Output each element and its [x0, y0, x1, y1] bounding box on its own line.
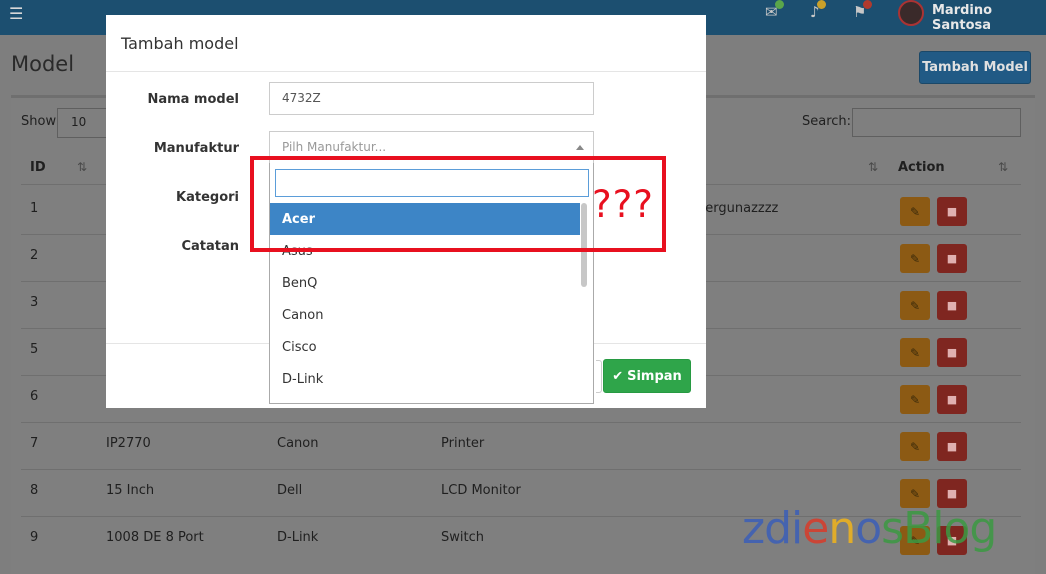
- cell-category: Printer: [441, 436, 485, 451]
- question-annotation: ???: [592, 183, 654, 226]
- dropdown-option[interactable]: Cisco: [270, 331, 580, 363]
- cell-manufacturer: Dell: [277, 483, 303, 498]
- model-name-label: Nama model: [147, 92, 239, 107]
- sort-desc-icon[interactable]: ⇅: [77, 160, 87, 174]
- trash-icon: ■: [946, 252, 958, 265]
- mail-icon[interactable]: ✉: [765, 0, 784, 21]
- cell-id: 3: [30, 295, 39, 310]
- cell-category: LCD Monitor: [441, 483, 521, 498]
- cell-model-name: 15 Inch: [106, 483, 155, 498]
- user-name[interactable]: Mardino Santosa: [932, 3, 1046, 33]
- cell-manufacturer: D-Link: [277, 530, 319, 545]
- delete-button[interactable]: ■: [937, 244, 967, 273]
- row-divider: [21, 422, 1021, 423]
- page-title: Model: [11, 52, 75, 76]
- delete-button[interactable]: ■: [937, 197, 967, 226]
- page-length-select[interactable]: 10: [57, 108, 109, 138]
- edit-button[interactable]: ✎: [900, 291, 930, 320]
- column-header-id[interactable]: ID: [30, 160, 46, 175]
- watermark-part: o: [855, 503, 882, 554]
- watermark-part: e: [802, 503, 829, 554]
- pencil-icon: ✎: [909, 392, 921, 407]
- search-label: Search:: [802, 114, 852, 129]
- edit-button[interactable]: ✎: [900, 432, 930, 461]
- show-label: Show: [21, 114, 57, 129]
- watermark-part: zdi: [742, 503, 803, 554]
- cell-id: 2: [30, 248, 39, 263]
- cell-note: bergunazzzz: [697, 201, 779, 216]
- delete-button[interactable]: ■: [937, 338, 967, 367]
- pencil-icon: ✎: [909, 251, 921, 266]
- avatar[interactable]: [898, 0, 924, 26]
- trash-icon: ■: [946, 393, 958, 406]
- edit-button[interactable]: ✎: [900, 197, 930, 226]
- watermark-part: sBlog: [881, 503, 997, 554]
- edit-button[interactable]: ✎: [900, 385, 930, 414]
- pencil-icon: ✎: [909, 298, 921, 313]
- cell-id: 9: [30, 530, 39, 545]
- manufacturer-label: Manufaktur: [153, 141, 239, 156]
- modal-header: Tambah model: [106, 15, 706, 72]
- cell-category: Switch: [441, 530, 484, 545]
- delete-button[interactable]: ■: [937, 385, 967, 414]
- cell-id: 8: [30, 483, 39, 498]
- search-input[interactable]: [852, 108, 1021, 137]
- edit-button[interactable]: ✎: [900, 244, 930, 273]
- category-label: Kategori: [176, 190, 239, 205]
- cell-id: 5: [30, 342, 39, 357]
- edit-button[interactable]: ✎: [900, 338, 930, 367]
- sort-icon[interactable]: ⇅: [998, 160, 1008, 174]
- manufacturer-placeholder: Pilh Manufaktur...: [282, 140, 387, 154]
- cell-model-name: 1008 DE 8 Port: [106, 530, 204, 545]
- model-name-input[interactable]: 4732Z: [269, 82, 594, 115]
- cell-id: 7: [30, 436, 39, 451]
- trash-icon: ■: [946, 487, 958, 500]
- bell-icon[interactable]: ♪: [810, 0, 826, 21]
- cell-model-name: IP2770: [106, 436, 151, 451]
- trash-icon: ■: [946, 440, 958, 453]
- note-label: Catatan: [181, 239, 239, 254]
- chevron-up-icon: [576, 145, 584, 150]
- pencil-icon: ✎: [909, 439, 921, 454]
- cell-id: 6: [30, 389, 39, 404]
- watermark-part: n: [828, 503, 856, 554]
- watermark: zdienosBlog: [742, 503, 997, 554]
- column-header-action[interactable]: Action: [898, 160, 945, 175]
- save-button[interactable]: ✔ Simpan: [603, 359, 691, 393]
- close-button[interactable]: [596, 360, 602, 393]
- pencil-icon: ✎: [909, 486, 921, 501]
- flag-icon[interactable]: ⚑: [853, 0, 873, 21]
- cell-manufacturer: Canon: [277, 436, 319, 451]
- sort-icon[interactable]: ⇅: [868, 160, 878, 174]
- pencil-icon: ✎: [909, 204, 921, 219]
- trash-icon: ■: [946, 299, 958, 312]
- menu-toggle-icon[interactable]: ☰: [9, 4, 23, 23]
- cell-id: 1: [30, 201, 39, 216]
- dropdown-option[interactable]: Canon: [270, 299, 580, 331]
- delete-button[interactable]: ■: [937, 432, 967, 461]
- modal-title: Tambah model: [121, 34, 239, 53]
- delete-button[interactable]: ■: [937, 291, 967, 320]
- trash-icon: ■: [946, 205, 958, 218]
- check-icon: ✔: [612, 368, 624, 384]
- row-divider: [21, 469, 1021, 470]
- add-model-button[interactable]: Tambah Model: [919, 51, 1031, 84]
- dropdown-option[interactable]: BenQ: [270, 267, 580, 299]
- save-button-label: Simpan: [627, 368, 682, 384]
- dropdown-option[interactable]: D-Link: [270, 363, 580, 395]
- pencil-icon: ✎: [909, 345, 921, 360]
- trash-icon: ■: [946, 346, 958, 359]
